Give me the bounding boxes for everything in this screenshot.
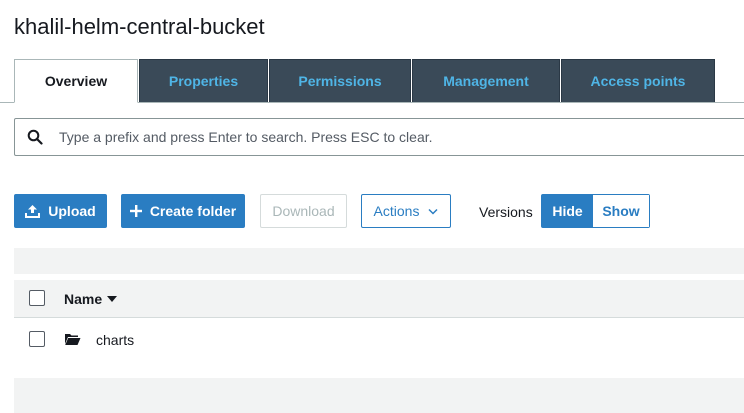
versions-toggle: Hide Show	[541, 194, 650, 228]
versions-show-button[interactable]: Show	[593, 195, 649, 227]
tab-overview[interactable]: Overview	[14, 59, 138, 103]
row-checkbox[interactable]	[29, 331, 45, 347]
tab-management[interactable]: Management	[412, 59, 560, 102]
row-name-link[interactable]: charts	[96, 332, 134, 348]
column-header-name-label: Name	[64, 291, 103, 307]
column-header-name[interactable]: Name	[64, 291, 118, 307]
create-folder-label: Create folder	[149, 203, 237, 219]
search-box[interactable]	[14, 118, 744, 156]
upload-icon	[25, 204, 41, 218]
tab-bar: Overview Properties Permissions Manageme…	[0, 59, 744, 103]
versions-hide-button[interactable]: Hide	[542, 195, 593, 227]
actions-label: Actions	[373, 203, 420, 219]
table-header	[14, 280, 744, 318]
search-icon	[27, 129, 43, 145]
table-footer-band	[14, 378, 744, 413]
tab-permissions[interactable]: Permissions	[269, 59, 411, 102]
select-all-checkbox[interactable]	[29, 290, 45, 306]
plus-icon	[129, 205, 142, 217]
upload-label: Upload	[48, 203, 96, 219]
versions-label: Versions	[479, 204, 533, 220]
search-input[interactable]	[59, 129, 659, 145]
download-button[interactable]: Download	[260, 194, 347, 228]
bucket-title: khalil-helm-central-bucket	[14, 14, 265, 39]
table-toolbar-band	[14, 248, 744, 274]
actions-dropdown[interactable]: Actions	[361, 194, 451, 228]
tab-properties[interactable]: Properties	[139, 59, 268, 102]
tab-access-points[interactable]: Access points	[561, 59, 715, 102]
folder-icon	[65, 334, 81, 345]
create-folder-button[interactable]: Create folder	[121, 194, 245, 228]
upload-button[interactable]: Upload	[14, 194, 107, 228]
sort-descending-icon	[107, 296, 118, 302]
chevron-down-icon	[428, 208, 438, 215]
